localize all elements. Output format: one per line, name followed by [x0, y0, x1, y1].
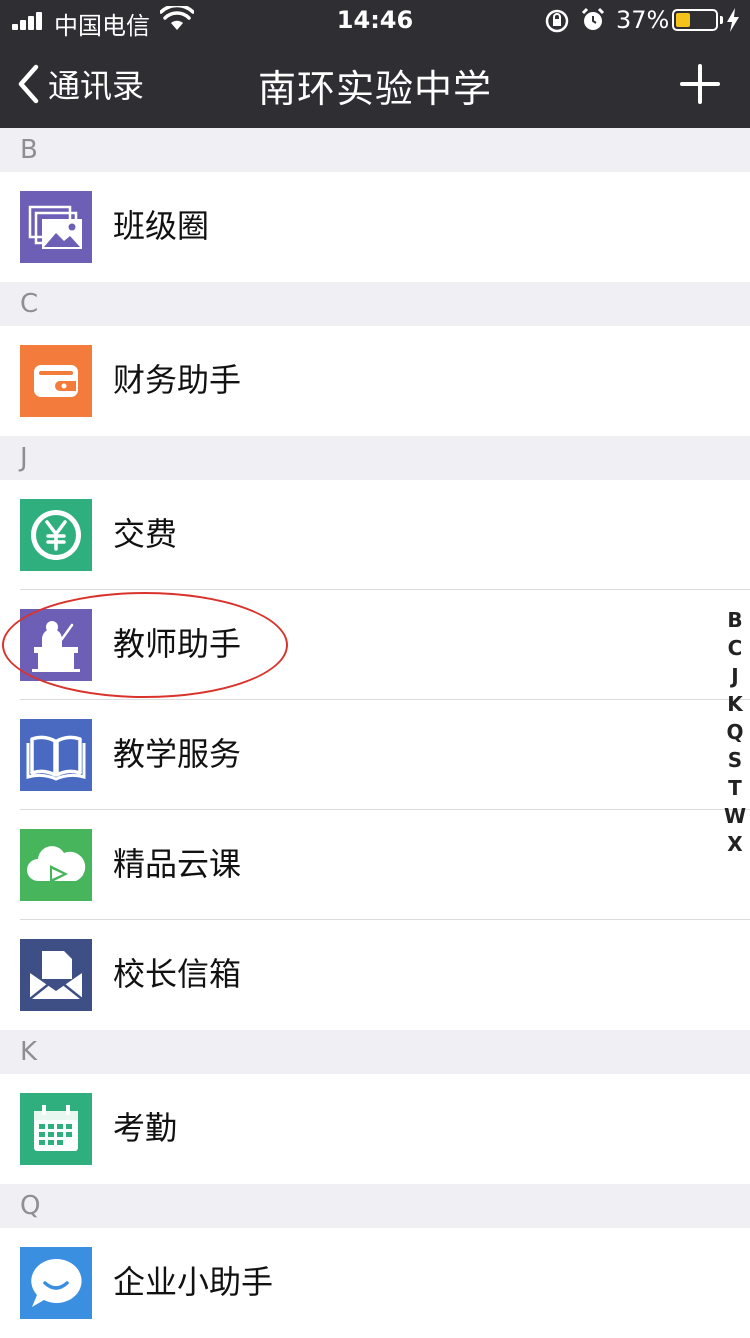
section-header-k: K [0, 1030, 750, 1074]
section-header-q: Q [0, 1184, 750, 1228]
index-letter-q[interactable]: Q [720, 718, 750, 746]
index-letter-j[interactable]: J [720, 662, 750, 690]
index-letter-w[interactable]: W [720, 802, 750, 830]
rotation-lock-icon [545, 9, 569, 33]
battery-tip [720, 16, 723, 24]
list-item-label: 企业小助手 [113, 1263, 274, 1301]
index-letter-c[interactable]: C [720, 634, 750, 662]
section-header-j: J [0, 436, 750, 480]
list-item-label: 财务助手 [113, 361, 242, 399]
list-item-class-circle[interactable]: 班级圈 [0, 172, 750, 282]
section-header-c: C [0, 282, 750, 326]
photos-icon [20, 191, 92, 263]
battery-icon [672, 9, 718, 31]
yen-icon [20, 499, 92, 571]
contact-list: B 班级圈 C 财务助手 J 交费 教师助手 教学服务 精品云课 校长信箱 K … [0, 128, 750, 1338]
list-item-payment[interactable]: 交费 [0, 480, 750, 590]
list-item-label: 交费 [113, 515, 178, 553]
list-item-label: 班级圈 [113, 207, 210, 245]
battery-percent: 37% [616, 6, 670, 34]
list-item-enterprise-assistant[interactable]: 企业小助手 [0, 1228, 750, 1338]
book-icon [20, 719, 92, 791]
index-letter-x[interactable]: X [720, 830, 750, 858]
alphabet-index[interactable]: B C J K Q S T W X [720, 606, 750, 858]
charging-bolt-icon [727, 8, 739, 32]
list-item-label: 教学服务 [113, 735, 242, 773]
list-item-teacher-assistant[interactable]: 教师助手 [0, 590, 750, 700]
navigation-bar: 通讯录 南环实验中学 [0, 40, 750, 128]
list-item-label: 校长信箱 [113, 955, 242, 993]
cloud-play-icon [20, 829, 92, 901]
teacher-icon [20, 609, 92, 681]
top-bar: 中国电信 14:46 37% 通讯录 南环实验中学 [0, 0, 750, 128]
index-letter-b[interactable]: B [720, 606, 750, 634]
list-item-label: 考勤 [113, 1109, 178, 1147]
list-item-label: 精品云课 [113, 845, 242, 883]
battery-level [676, 13, 691, 27]
chat-bubble-icon [20, 1247, 92, 1319]
status-bar: 中国电信 14:46 37% [0, 0, 750, 40]
page-title: 南环实验中学 [257, 67, 492, 111]
list-item-teaching-service[interactable]: 教学服务 [0, 700, 750, 810]
section-header-b: B [0, 128, 750, 172]
list-item-label: 教师助手 [113, 625, 242, 663]
calendar-icon [20, 1093, 92, 1165]
index-letter-s[interactable]: S [720, 746, 750, 774]
wallet-icon [20, 345, 92, 417]
list-item-cloud-course[interactable]: 精品云课 [0, 810, 750, 920]
alarm-icon [581, 7, 605, 30]
list-item-finance-assistant[interactable]: 财务助手 [0, 326, 750, 436]
list-item-attendance[interactable]: 考勤 [0, 1074, 750, 1184]
list-item-principal-mailbox[interactable]: 校长信箱 [0, 920, 750, 1030]
mail-icon [20, 939, 92, 1011]
add-icon[interactable] [676, 60, 724, 108]
index-letter-t[interactable]: T [720, 774, 750, 802]
index-letter-k[interactable]: K [720, 690, 750, 718]
